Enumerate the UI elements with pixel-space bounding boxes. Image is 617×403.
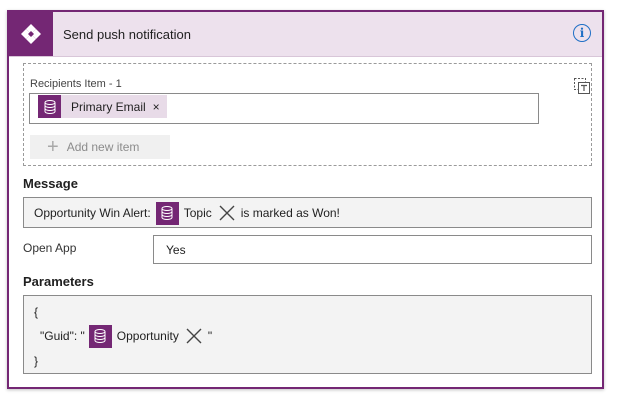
open-app-field[interactable]: Yes bbox=[153, 235, 592, 264]
remove-opportunity-icon[interactable] bbox=[185, 327, 203, 345]
opportunity-token-label: Opportunity bbox=[116, 329, 179, 343]
message-suffix: is marked as Won! bbox=[240, 206, 340, 220]
param-guid-close-quote: " bbox=[207, 329, 213, 343]
database-icon bbox=[38, 95, 61, 118]
opportunity-token[interactable]: Opportunity bbox=[88, 324, 203, 348]
topic-token-label: Topic bbox=[183, 206, 212, 220]
remove-topic-icon[interactable] bbox=[218, 204, 236, 222]
add-new-item-button[interactable]: + Add new item bbox=[30, 135, 170, 159]
remove-token-icon[interactable]: × bbox=[153, 100, 160, 114]
database-icon bbox=[88, 324, 112, 348]
message-prefix: Opportunity Win Alert: bbox=[34, 206, 151, 220]
add-new-item-label: Add new item bbox=[66, 140, 140, 154]
message-content: Opportunity Win Alert: Topic is marked a… bbox=[34, 198, 340, 228]
recipients-section: Recipients Item - 1 Primary Email × + Ad… bbox=[23, 63, 592, 166]
param-guid-key: "Guid": " bbox=[40, 329, 85, 343]
open-app-value: Yes bbox=[166, 243, 186, 257]
message-field[interactable]: Opportunity Win Alert: Topic is marked a… bbox=[23, 197, 592, 228]
recipients-input[interactable]: Primary Email × bbox=[29, 93, 539, 124]
parameters-field[interactable]: { "Guid": " Opportunity " } bbox=[23, 295, 592, 374]
card-header: Send push notification i bbox=[9, 12, 602, 57]
message-label: Message bbox=[23, 176, 78, 191]
database-icon bbox=[155, 201, 179, 225]
param-guid-line: "Guid": " Opportunity " bbox=[40, 324, 212, 348]
param-close-brace: } bbox=[34, 354, 39, 368]
open-app-label: Open App bbox=[23, 241, 77, 255]
plus-icon: + bbox=[47, 136, 59, 158]
copy-icon[interactable] bbox=[574, 78, 590, 97]
param-open-brace: { bbox=[34, 305, 39, 319]
parameters-label: Parameters bbox=[23, 274, 94, 289]
recipients-item-label: Recipients Item - 1 bbox=[30, 78, 122, 90]
card-title: Send push notification bbox=[63, 27, 191, 42]
push-notification-card: Send push notification i Recipients Item… bbox=[7, 10, 604, 389]
primary-email-token[interactable]: Primary Email × bbox=[38, 95, 167, 118]
token-label: Primary Email bbox=[71, 99, 146, 114]
topic-token[interactable]: Topic bbox=[155, 201, 236, 225]
diamond-grid-icon bbox=[9, 12, 53, 56]
info-icon[interactable]: i bbox=[573, 24, 591, 42]
